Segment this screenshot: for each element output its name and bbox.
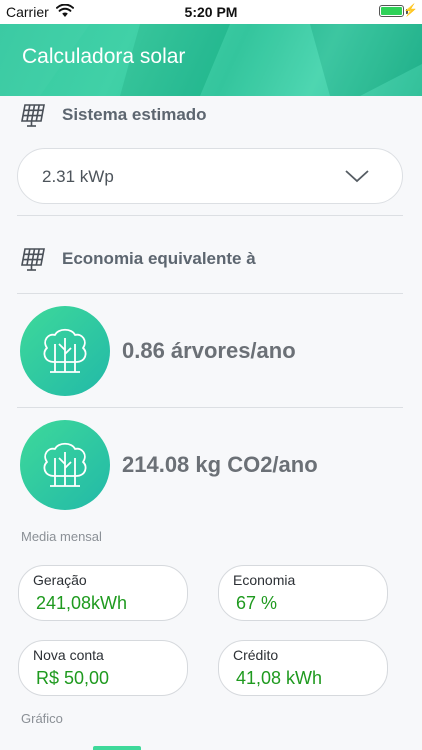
system-size-select[interactable]: 2.31 kWp <box>17 148 403 204</box>
card-geracao: Geração 241,08kWh <box>18 565 188 621</box>
solar-panel-icon <box>21 104 45 127</box>
economia-header: Economia equivalente à <box>20 246 256 272</box>
solar-panel-icon <box>21 248 45 271</box>
status-time: 5:20 PM <box>184 4 238 20</box>
status-bar: Carrier 5:20 PM ⚡ <box>0 0 422 24</box>
chart-peek <box>93 746 141 750</box>
select-value: 2.31 kWp <box>42 167 114 186</box>
eco-item-trees: 0.86 árvores/ano <box>20 305 296 397</box>
card-label: Geração <box>33 572 87 588</box>
card-label: Crédito <box>233 647 279 663</box>
card-value: 41,08 kWh <box>236 668 323 688</box>
tree-icon <box>43 328 87 373</box>
eco-item-co2: 214.08 kg CO2/ano <box>20 419 318 511</box>
page-title: Calculadora solar <box>22 45 186 68</box>
card-economia: Economia 67 % <box>218 565 388 621</box>
card-nova-conta: Nova conta R$ 50,00 <box>18 640 188 696</box>
card-label: Economia <box>233 572 296 588</box>
sistema-header: Sistema estimado <box>20 102 207 128</box>
eco-trees-text: 0.86 árvores/ano <box>122 338 296 363</box>
section-title-economia: Economia equivalente à <box>62 249 256 268</box>
divider <box>17 215 403 216</box>
card-value: R$ 50,00 <box>36 668 110 688</box>
battery-icon <box>379 5 404 17</box>
tree-icon <box>43 442 87 487</box>
card-credito: Crédito 41,08 kWh <box>218 640 388 696</box>
charging-bolt-icon: ⚡ <box>403 3 418 17</box>
app-header: Calculadora solar <box>0 24 422 96</box>
tree-badge <box>20 420 110 510</box>
tree-badge <box>20 306 110 396</box>
divider <box>17 293 403 294</box>
section-title-sistema: Sistema estimado <box>62 105 207 124</box>
media-mensal-label: Media mensal <box>21 529 102 544</box>
card-value: 67 % <box>236 593 278 613</box>
chevron-down-icon <box>345 170 369 183</box>
card-label: Nova conta <box>33 647 104 663</box>
grafico-label: Gráfico <box>21 711 63 726</box>
eco-co2-text: 214.08 kg CO2/ano <box>122 452 318 477</box>
divider <box>17 407 403 408</box>
card-value: 241,08kWh <box>36 593 128 613</box>
